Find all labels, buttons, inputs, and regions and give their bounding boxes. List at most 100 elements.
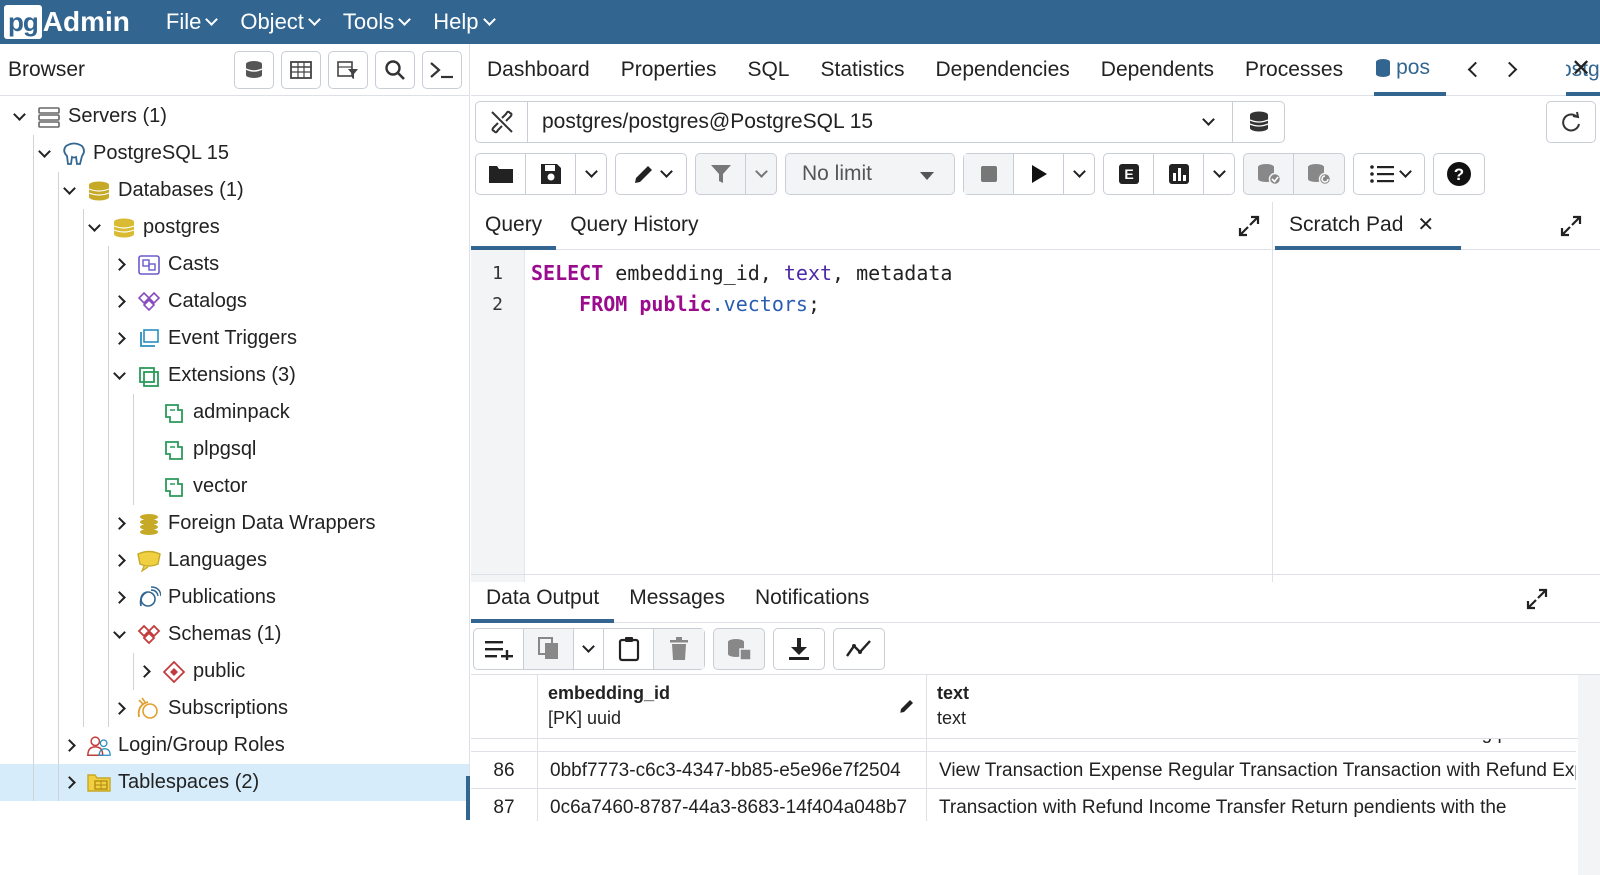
tree-item[interactable]: Servers (1) xyxy=(0,98,469,135)
delete-row-button[interactable] xyxy=(654,628,704,669)
chevron-right-icon[interactable] xyxy=(108,258,130,271)
cell-text[interactable]: Transaction with Refund Income Transfer … xyxy=(927,789,1576,822)
close-icon[interactable]: ✕ xyxy=(1417,214,1434,236)
save-file-button[interactable] xyxy=(526,154,576,194)
tree-item[interactable]: public xyxy=(0,653,469,690)
connection-selector[interactable]: postgres/postgres@PostgreSQL 15 xyxy=(475,101,1285,143)
chevron-down-icon[interactable] xyxy=(83,218,105,232)
tree-item[interactable]: Subscriptions xyxy=(0,690,469,727)
execute-button[interactable] xyxy=(1014,154,1064,194)
tree-item[interactable]: Languages xyxy=(0,542,469,579)
connection-status-button[interactable] xyxy=(476,102,528,142)
tab-statistics[interactable]: Statistics xyxy=(820,44,904,96)
tree-item[interactable]: Foreign Data Wrappers xyxy=(0,505,469,542)
explain-options-dropdown[interactable] xyxy=(1204,154,1234,194)
menu-tools[interactable]: Tools xyxy=(343,9,412,35)
row-number-header[interactable] xyxy=(471,675,538,738)
tab-overflow[interactable]: ostg ✕ xyxy=(1566,44,1600,96)
filter-button[interactable] xyxy=(696,154,746,194)
cell-embedding-id[interactable]: 0c6a7460-8787-44a3-8683-14f404a048b7 xyxy=(538,788,927,821)
tab-dependents[interactable]: Dependents xyxy=(1101,44,1214,96)
tree-item[interactable]: Event Triggers xyxy=(0,320,469,357)
tree-item[interactable]: PostgreSQL 15 xyxy=(0,135,469,172)
chevron-right-icon[interactable] xyxy=(108,517,130,530)
chevron-down-icon[interactable] xyxy=(8,107,30,121)
tab-processes[interactable]: Processes xyxy=(1245,44,1343,96)
add-row-button[interactable] xyxy=(474,628,524,669)
open-file-button[interactable] xyxy=(476,154,526,194)
copy-options-dropdown[interactable] xyxy=(574,628,604,669)
macros-dropdown-button[interactable] xyxy=(1354,154,1424,194)
chevron-right-icon[interactable] xyxy=(108,554,130,567)
chevron-down-icon[interactable] xyxy=(108,366,130,380)
chevron-down-icon[interactable] xyxy=(108,625,130,639)
menu-help[interactable]: Help xyxy=(433,9,496,35)
save-options-dropdown[interactable] xyxy=(576,154,606,194)
tab-scroll-left[interactable] xyxy=(1458,61,1492,78)
close-tab-icon[interactable]: ✕ xyxy=(1571,54,1591,83)
filter-dropdown[interactable] xyxy=(746,154,776,194)
chevron-right-icon[interactable] xyxy=(108,702,130,715)
save-data-button[interactable] xyxy=(714,629,764,669)
tree-item[interactable]: Schemas (1) xyxy=(0,616,469,653)
rollback-button[interactable] xyxy=(1294,154,1344,194)
view-data-button[interactable] xyxy=(281,50,321,89)
tree-item[interactable]: Tablespaces (2) xyxy=(0,764,469,801)
connection-dropdown[interactable] xyxy=(1178,113,1232,126)
commit-button[interactable] xyxy=(1244,154,1294,194)
row-limit-select[interactable]: No limit xyxy=(785,153,955,195)
cell-embedding-id[interactable]: 0bbf7773-c6c3-4347-bb85-e5e96e7f2504 xyxy=(538,751,927,789)
tab-scroll-right[interactable] xyxy=(1492,61,1526,78)
chevron-right-icon[interactable] xyxy=(58,776,80,789)
expand-icon[interactable] xyxy=(1559,214,1583,238)
tree-item[interactable]: Publications xyxy=(0,579,469,616)
tab-sql[interactable]: SQL xyxy=(747,44,789,96)
cell-embedding-id[interactable]: 1ecb6cbe-b44f-4848-af06-8a2aaef6eafe xyxy=(538,739,927,752)
column-header-embedding-id[interactable]: embedding_id [PK] uuid xyxy=(538,675,927,738)
cell-text[interactable]: View Transaction Expense Regular Transac… xyxy=(927,752,1576,789)
menu-object[interactable]: Object xyxy=(240,9,321,35)
pencil-icon[interactable] xyxy=(898,697,916,715)
explain-button[interactable]: E xyxy=(1104,154,1154,194)
tree-item[interactable]: Extensions (3) xyxy=(0,357,469,394)
tree-item[interactable]: Databases (1) xyxy=(0,172,469,209)
tree-item[interactable]: Casts xyxy=(0,246,469,283)
chevron-down-icon[interactable] xyxy=(33,144,55,158)
panel-splitter[interactable] xyxy=(466,776,470,820)
chevron-right-icon[interactable] xyxy=(133,665,155,678)
tab-properties[interactable]: Properties xyxy=(621,44,717,96)
filter-rows-button[interactable] xyxy=(328,50,368,89)
edit-dropdown-button[interactable] xyxy=(616,154,686,194)
chevron-right-icon[interactable] xyxy=(108,295,130,308)
tab-notifications[interactable]: Notifications xyxy=(740,575,884,623)
tree-item[interactable]: adminpack xyxy=(0,394,469,431)
tab-dependencies[interactable]: Dependencies xyxy=(936,44,1070,96)
tree-item[interactable]: vector xyxy=(0,468,469,505)
column-header-text[interactable]: text text xyxy=(927,675,1567,738)
stop-button[interactable] xyxy=(964,154,1014,194)
help-button[interactable]: ? xyxy=(1434,154,1484,194)
expand-icon[interactable] xyxy=(1237,214,1261,238)
table-row[interactable]: 87 0c6a7460-8787-44a3-8683-14f404a048b7 … xyxy=(471,788,1576,822)
table-row[interactable]: 85 1ecb6cbe-b44f-4848-af06-8a2aaef6eafe … xyxy=(471,739,1576,752)
tab-query-tool[interactable]: pos xyxy=(1374,44,1447,96)
grid-scrollbar[interactable] xyxy=(1578,675,1600,875)
tab-scratch-pad[interactable]: Scratch Pad ✕ xyxy=(1275,202,1461,250)
tree-item[interactable]: plpgsql xyxy=(0,431,469,468)
tab-dashboard[interactable]: Dashboard xyxy=(487,44,590,96)
tab-data-output[interactable]: Data Output xyxy=(471,575,615,623)
tab-query[interactable]: Query xyxy=(471,202,557,250)
expand-icon[interactable] xyxy=(1525,587,1549,611)
tree-item[interactable]: Catalogs xyxy=(0,283,469,320)
object-explorer-button[interactable] xyxy=(234,50,274,89)
search-objects-button[interactable] xyxy=(375,50,415,89)
new-connection-button[interactable] xyxy=(1232,102,1284,142)
sql-editor[interactable]: SELECT embedding_id, text, metadata FROM… xyxy=(531,258,952,320)
chevron-right-icon[interactable] xyxy=(58,739,80,752)
paste-button[interactable] xyxy=(604,628,654,669)
table-row[interactable]: 86 0bbf7773-c6c3-4347-bb85-e5e96e7f2504 … xyxy=(471,751,1576,789)
menu-file[interactable]: File xyxy=(166,9,219,35)
psql-tool-button[interactable] xyxy=(422,50,462,89)
execute-options-dropdown[interactable] xyxy=(1064,154,1094,194)
chevron-down-icon[interactable] xyxy=(58,181,80,195)
